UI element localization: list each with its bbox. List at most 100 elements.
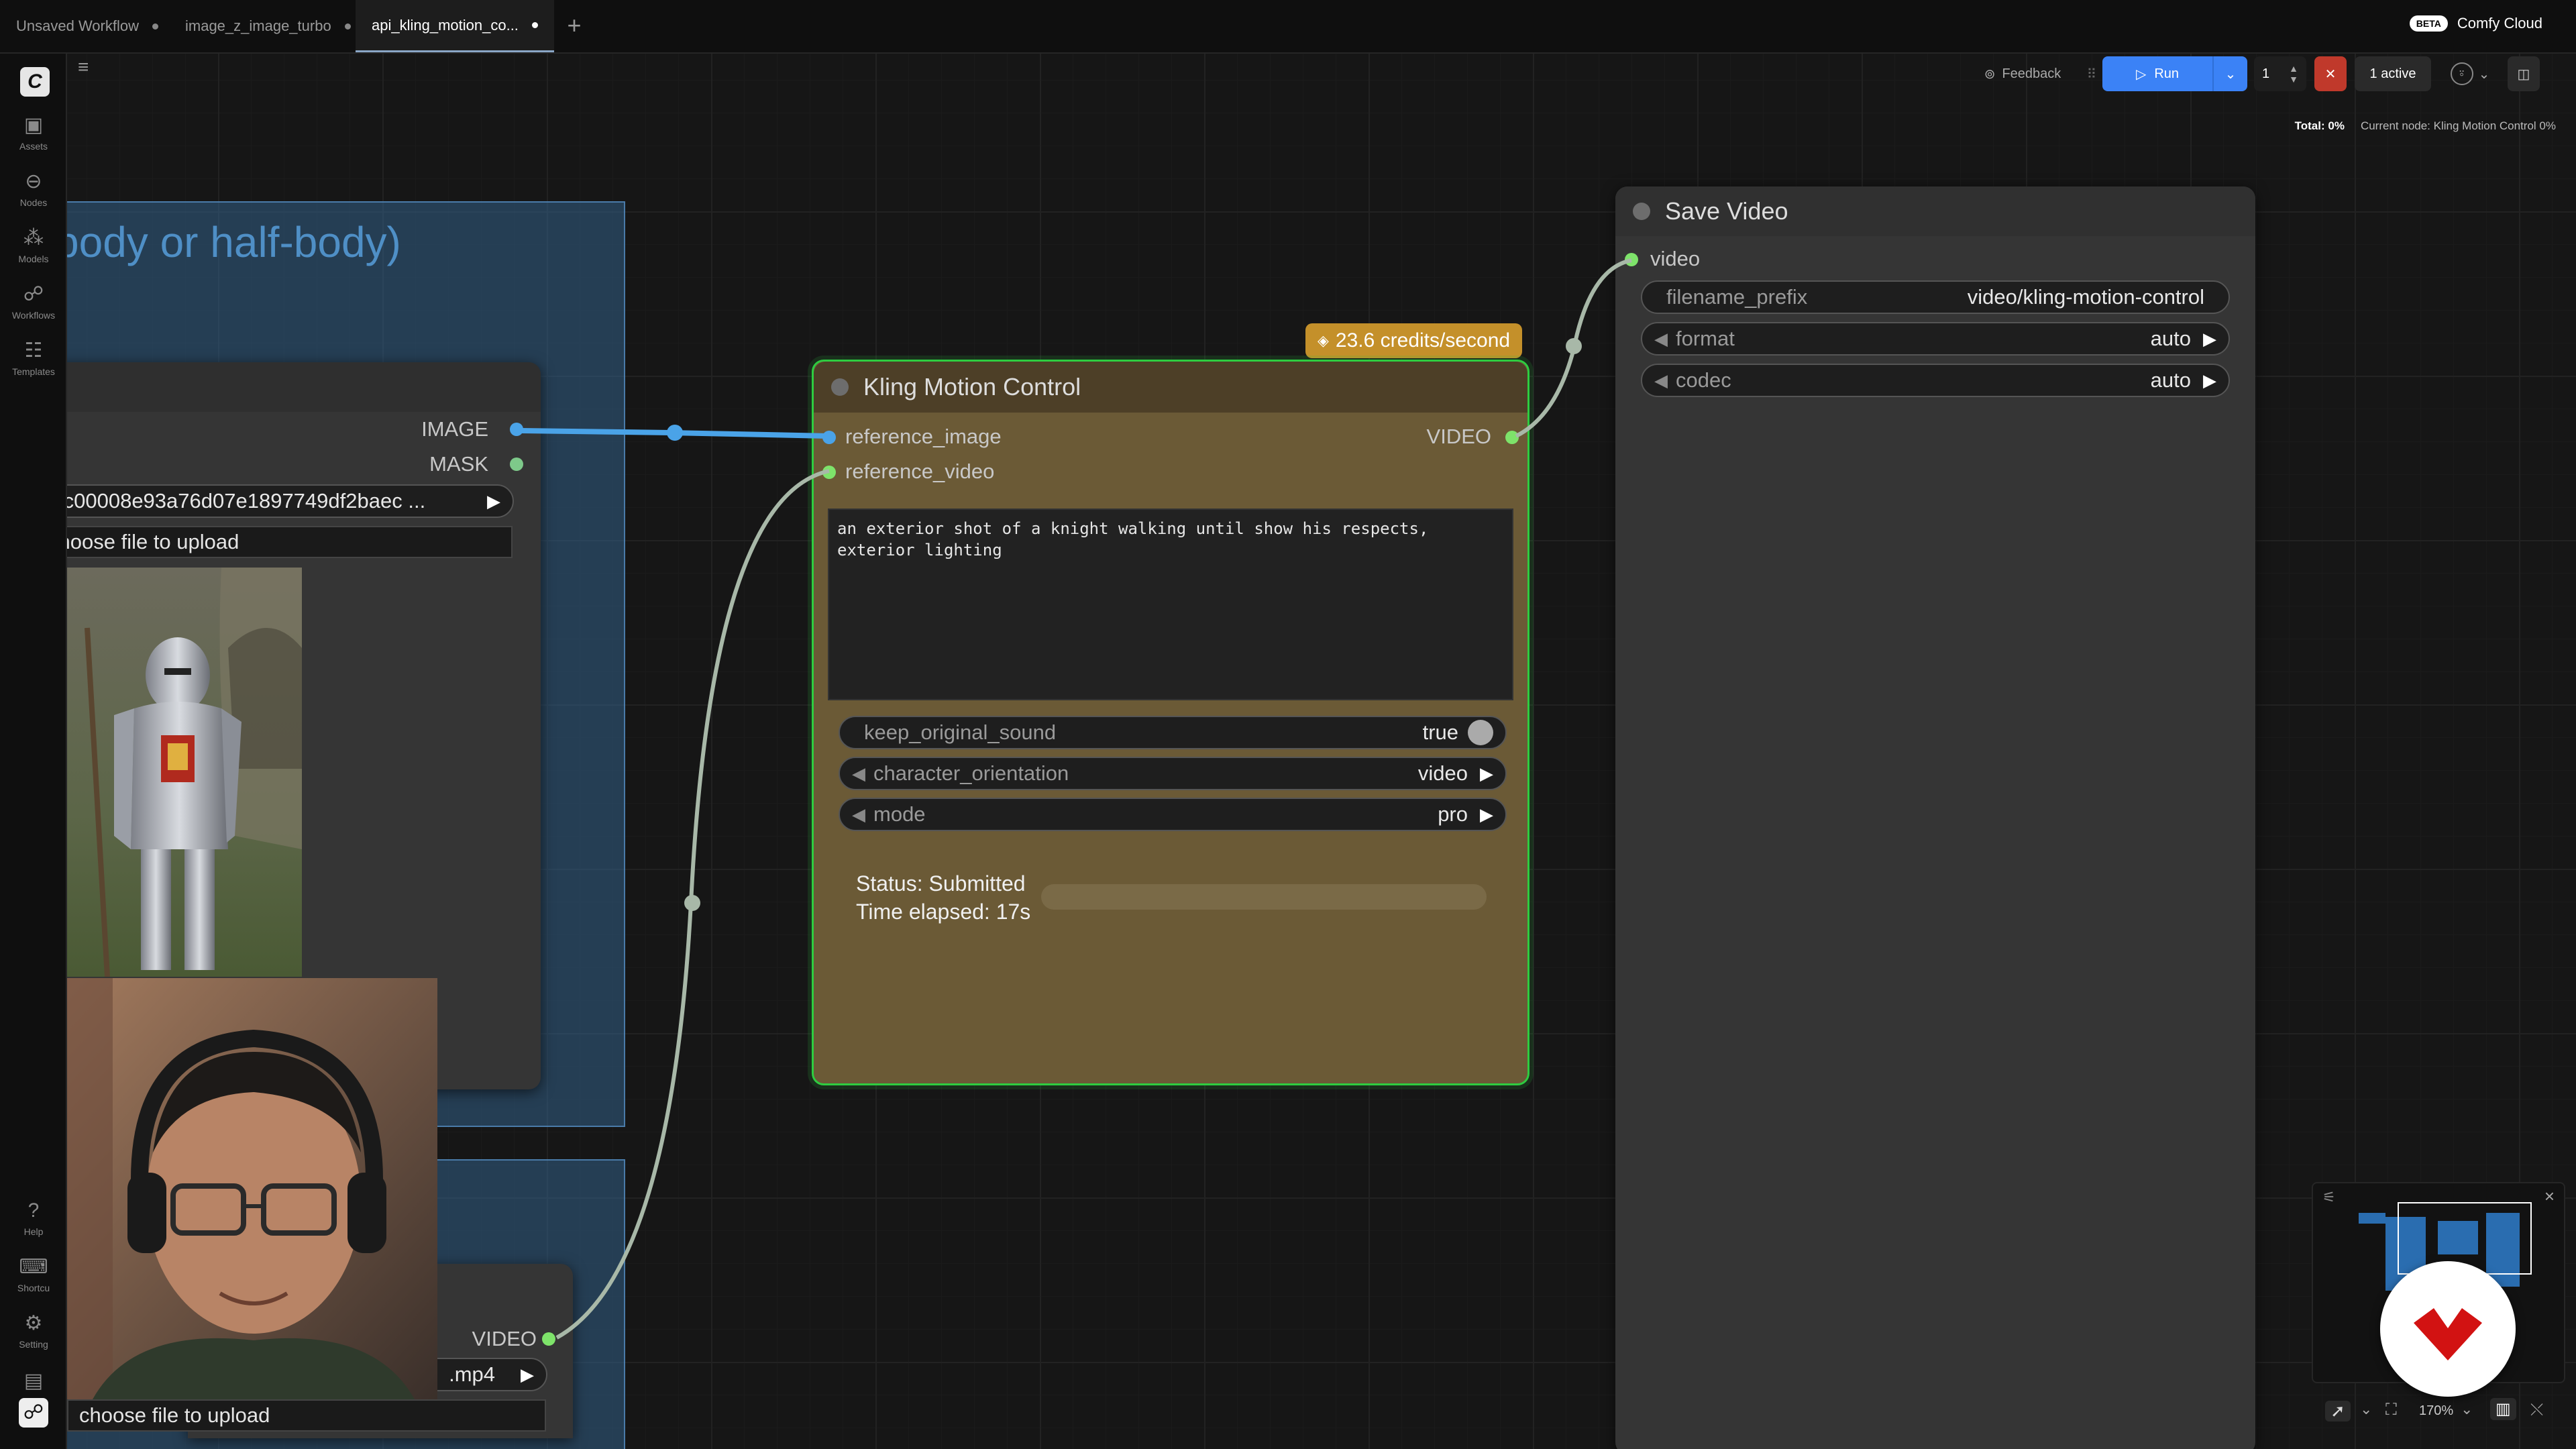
unsaved-dot-icon: [531, 22, 538, 28]
toggle-panel-icon[interactable]: ◫: [2508, 56, 2540, 91]
keep-original-sound-toggle[interactable]: keep_original_sound true: [839, 716, 1507, 749]
output-video-slot[interactable]: [1505, 431, 1519, 444]
sidebar-item-assets[interactable]: ▣ Assets: [0, 114, 67, 152]
output-image-slot[interactable]: [510, 423, 523, 436]
presenter-webcam: [52, 978, 437, 1399]
unsaved-dot-icon: [152, 23, 158, 30]
save-video-node[interactable]: Save Video video filename_prefix video/k…: [1615, 186, 2255, 1449]
cancel-run-button[interactable]: ✕: [2314, 56, 2347, 91]
queue-status-button[interactable]: 1 active: [2355, 56, 2431, 91]
feedback-label: Feedback: [2002, 66, 2061, 81]
app-root: body or half-body) IMAGE MASK fc00008e93…: [0, 0, 2576, 1449]
help-icon: ?: [28, 1199, 40, 1222]
tab-unsaved-workflow[interactable]: Unsaved Workflow: [0, 0, 174, 52]
minimap-close-icon[interactable]: ×: [2544, 1186, 2555, 1207]
fit-view-icon[interactable]: ⛶: [2385, 1401, 2397, 1419]
video-upload-button[interactable]: choose file to upload: [67, 1399, 546, 1432]
output-mask-slot[interactable]: [510, 458, 523, 471]
unsaved-dot-icon: [344, 23, 351, 30]
tab-label: Unsaved Workflow: [16, 17, 139, 34]
new-tab-plus-icon[interactable]: +: [561, 12, 588, 39]
select-tool-icon[interactable]: ➚: [2325, 1401, 2351, 1421]
collapse-dot-icon[interactable]: [1633, 203, 1650, 220]
combo-next-icon[interactable]: ▶: [2203, 370, 2216, 391]
chevron-down-icon[interactable]: ⌄: [2360, 1401, 2372, 1418]
input-reference-video-label: reference_video: [845, 460, 995, 483]
sidebar-item-models[interactable]: ⁂ Models: [0, 227, 67, 264]
app-switch-icon[interactable]: ☍: [0, 1398, 67, 1428]
sidebar-item-templates[interactable]: ☷ Templates: [0, 339, 67, 377]
drag-handle-icon[interactable]: ⠿: [2085, 56, 2098, 91]
sidebar-item-label: Shortcu: [17, 1283, 50, 1293]
combo-prev-icon[interactable]: ◀: [852, 763, 865, 784]
input-reference-video-slot[interactable]: [822, 466, 836, 479]
format-combo[interactable]: ◀ format auto ▶: [1641, 322, 2230, 356]
feedback-button[interactable]: ⊚ Feedback: [1972, 56, 2073, 91]
combo-next-icon[interactable]: ▶: [1480, 763, 1493, 784]
minimap-settings-icon[interactable]: ⚟: [2322, 1189, 2336, 1206]
run-button[interactable]: ▷ Run: [2102, 56, 2212, 91]
chevron-down-icon[interactable]: ⌄: [2461, 1401, 2473, 1418]
combo-next-icon[interactable]: ▶: [521, 1364, 534, 1385]
credits-icon: ◈: [1318, 332, 1329, 349]
menu-hamburger-icon[interactable]: ≡: [78, 58, 98, 76]
beta-badge: BETA: [2409, 15, 2448, 32]
mode-label: mode: [873, 802, 926, 826]
batch-count-value: 1: [2262, 66, 2270, 81]
image-upload-label: choose file to upload: [48, 530, 239, 553]
minimap-toggle-icon[interactable]: ▥: [2490, 1398, 2516, 1420]
bottom-panel-icon[interactable]: ▤: [0, 1370, 67, 1394]
combo-next-icon[interactable]: ▶: [1480, 804, 1493, 825]
hide-links-icon[interactable]: ⤬: [2530, 1401, 2543, 1419]
batch-count-stepper[interactable]: 1 ▲ ▼: [2254, 56, 2306, 91]
save-video-node-header[interactable]: Save Video: [1615, 186, 2255, 236]
combo-prev-icon[interactable]: ◀: [1654, 370, 1668, 391]
toggle-knob-icon[interactable]: [1468, 720, 1493, 745]
character-orientation-combo[interactable]: ◀ character_orientation video ▶: [839, 757, 1507, 790]
output-video-slot[interactable]: [542, 1332, 555, 1346]
combo-prev-icon[interactable]: ◀: [1654, 329, 1668, 350]
input-reference-image-slot[interactable]: [822, 431, 836, 444]
codec-value: auto: [2150, 368, 2191, 392]
tab-image-z-image-turbo[interactable]: image_z_image_turbo: [169, 0, 367, 52]
kling-motion-control-node[interactable]: Kling Motion Control reference_image ref…: [812, 360, 1529, 1085]
sidebar-item-settings[interactable]: ⚙ Setting: [0, 1312, 67, 1350]
sidebar-item-workflows[interactable]: ☍ Workflows: [0, 283, 67, 321]
user-menu-button[interactable]: ⍤ ⌄: [2442, 56, 2498, 91]
templates-icon: ☷: [24, 339, 43, 362]
sidebar-item-help[interactable]: ? Help: [0, 1199, 67, 1237]
codec-combo[interactable]: ◀ codec auto ▶: [1641, 364, 2230, 397]
character-orientation-label: character_orientation: [873, 761, 1069, 785]
recorder-logo-mark: [2414, 1308, 2482, 1360]
keep-original-sound-label: keep_original_sound: [864, 720, 1057, 744]
combo-prev-icon[interactable]: ◀: [852, 804, 865, 825]
combo-next-icon[interactable]: ▶: [2203, 329, 2216, 350]
prompt-textarea[interactable]: an exterior shot of a knight walking unt…: [828, 508, 1513, 700]
video-upload-label: choose file to upload: [79, 1403, 270, 1427]
combo-next-icon[interactable]: ▶: [487, 491, 500, 512]
time-elapsed-text: Time elapsed: 17s: [856, 900, 1031, 924]
image-upload-button[interactable]: choose file to upload: [40, 526, 513, 558]
stepper-arrows-icon[interactable]: ▲ ▼: [2289, 63, 2298, 85]
sidebar-item-label: Templates: [12, 366, 55, 377]
sidebar-item-nodes[interactable]: ⊖ Nodes: [0, 170, 67, 208]
kling-node-header[interactable]: Kling Motion Control: [814, 362, 1527, 413]
feedback-icon: ⊚: [1984, 66, 1996, 82]
tab-api-kling-motion[interactable]: api_kling_motion_co...: [356, 0, 554, 52]
comfy-logo[interactable]: C: [20, 67, 50, 97]
run-options-chevron-down-icon[interactable]: ⌄: [2212, 56, 2247, 91]
collapse-dot-icon[interactable]: [831, 378, 849, 396]
kling-node-title: Kling Motion Control: [863, 373, 1081, 400]
mode-combo[interactable]: ◀ mode pro ▶: [839, 798, 1507, 831]
input-video-slot[interactable]: [1625, 253, 1638, 266]
gear-icon: ⚙: [24, 1312, 43, 1334]
filename-prefix-field[interactable]: filename_prefix video/kling-motion-contr…: [1641, 280, 2230, 314]
cloud-label: Comfy Cloud: [2457, 15, 2542, 32]
filename-prefix-label: filename_prefix: [1666, 285, 1808, 309]
status-text: Status: Submitted: [856, 871, 1026, 896]
zoom-level[interactable]: 170%: [2419, 1403, 2453, 1419]
tab-label: api_kling_motion_co...: [372, 16, 519, 34]
image-file-combo[interactable]: fc00008e93a76d07e1897749df2baec ... ▶: [20, 484, 514, 518]
sidebar-item-shortcuts[interactable]: ⌨ Shortcu: [0, 1256, 67, 1293]
load-image-node-header[interactable]: [40, 362, 541, 412]
